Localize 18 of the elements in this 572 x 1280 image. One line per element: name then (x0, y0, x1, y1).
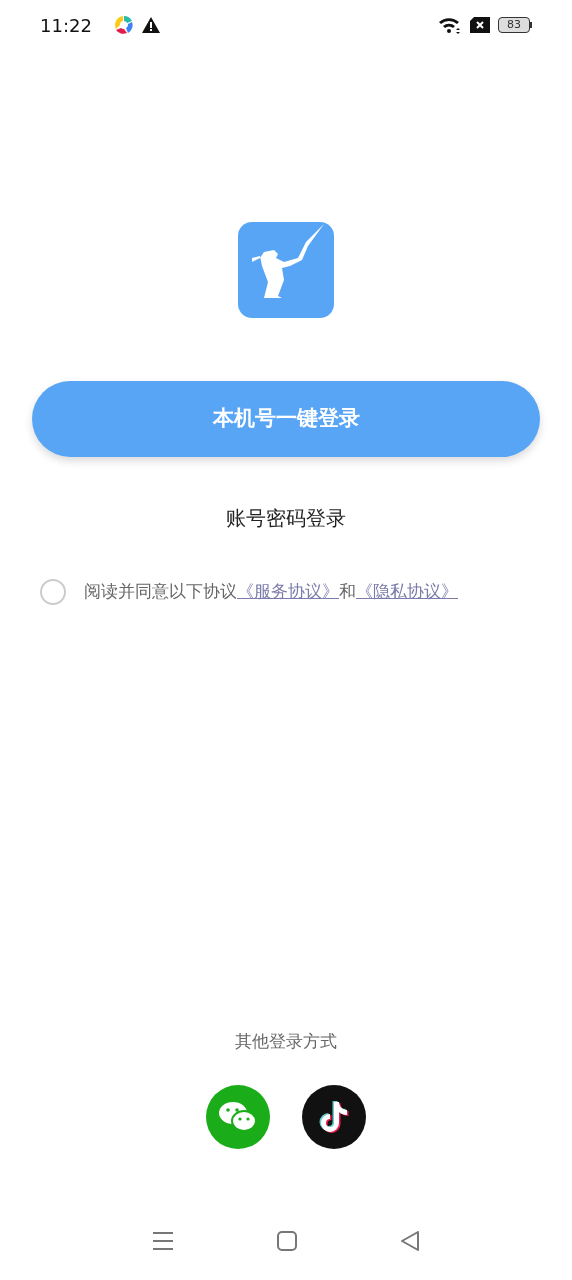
password-login-link[interactable]: 账号密码登录 (226, 503, 346, 533)
other-login-title: 其他登录方式 (235, 1030, 337, 1053)
status-time: 11:22 (40, 13, 92, 38)
warning-icon (141, 17, 160, 33)
wifi-icon (438, 15, 462, 35)
home-icon[interactable] (277, 1230, 297, 1251)
agreement-text: 阅读并同意以下协议 (84, 580, 237, 604)
agreement-checkbox[interactable] (40, 579, 66, 605)
app-notification-icon (113, 15, 134, 35)
battery-indicator: 83 (498, 17, 532, 33)
no-sim-icon (470, 17, 490, 33)
back-icon[interactable] (400, 1230, 421, 1251)
music-note-icon (319, 1099, 349, 1134)
connector-text: 和 (339, 580, 356, 604)
privacy-agreement-link[interactable]: 《隐私协议》 (356, 579, 458, 605)
menu-icon[interactable] (151, 1230, 174, 1251)
one-click-login-button[interactable]: 本机号一键登录 (32, 381, 540, 457)
service-agreement-link[interactable]: 《服务协议》 (237, 579, 339, 605)
